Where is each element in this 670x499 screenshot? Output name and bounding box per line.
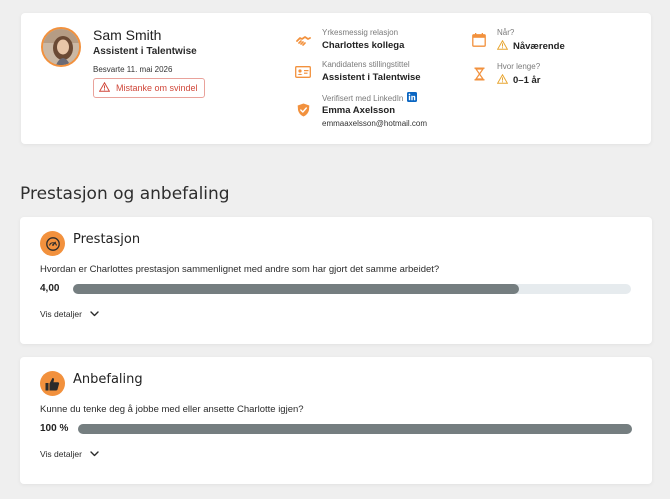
job-title-value: Assistent i Talentwise	[322, 72, 421, 83]
hourglass-icon	[471, 66, 487, 82]
performance-title: Prestasjon	[73, 232, 141, 247]
answered-date: Besvarte 11. mai 2026	[93, 65, 173, 74]
section-title: Prestasjon og anbefaling	[20, 184, 230, 204]
duration-value: 0–1 år	[513, 75, 541, 86]
recommendation-details-toggle[interactable]: Vis detaljer	[40, 449, 99, 459]
referee-card: Sam Smith Assistent i Talentwise Besvart…	[21, 13, 651, 144]
details-label: Vis detaljer	[40, 309, 82, 319]
thumbs-up-icon	[40, 371, 65, 396]
suspect-fraud-label: Mistanke om svindel	[116, 83, 198, 93]
recommendation-question: Kunne du tenke deg å jobbe med eller ans…	[40, 404, 304, 415]
verified-name: Emma Axelsson	[322, 105, 396, 116]
performance-card: Prestasjon Hvordan er Charlottes prestas…	[20, 217, 652, 344]
recommendation-card: Anbefaling Kunne du tenke deg å jobbe me…	[20, 357, 652, 484]
verified-row: Verifisert med LinkedIn	[322, 92, 418, 104]
when-row: Nåværende	[496, 39, 565, 53]
verified-email: emmaaxelsson@hotmail.com	[322, 119, 428, 128]
when-value: Nåværende	[513, 41, 565, 52]
chevron-down-icon	[90, 449, 99, 459]
job-title-label: Kandidatens stillingstittel	[322, 60, 410, 69]
performance-bar	[73, 284, 631, 294]
details-label: Vis detaljer	[40, 449, 82, 459]
recommendation-bar	[78, 424, 632, 434]
recommendation-score: 100 %	[40, 423, 69, 434]
recommendation-bar-fill	[78, 424, 632, 434]
recommendation-title: Anbefaling	[73, 372, 143, 387]
performance-details-toggle[interactable]: Vis detaljer	[40, 309, 99, 319]
duration-row: 0–1 år	[496, 73, 541, 87]
suspect-fraud-button[interactable]: Mistanke om svindel	[93, 78, 205, 98]
relation-value: Charlottes kollega	[322, 40, 405, 51]
referee-role: Assistent i Talentwise	[93, 46, 197, 57]
performance-question: Hvordan er Charlottes prestasjon sammenl…	[40, 264, 440, 275]
id-card-icon	[295, 64, 311, 80]
avatar	[41, 27, 81, 67]
linkedin-icon	[407, 92, 418, 104]
performance-bar-fill	[73, 284, 520, 294]
verified-shield-icon	[295, 102, 311, 118]
warning-icon	[496, 39, 509, 53]
handshake-icon	[295, 32, 311, 48]
calendar-icon	[471, 32, 487, 48]
warning-icon	[98, 79, 111, 97]
when-label: Når?	[497, 28, 515, 37]
performance-gauge-icon	[40, 231, 65, 256]
performance-score: 4,00	[40, 283, 60, 294]
referee-name: Sam Smith	[93, 27, 162, 43]
duration-label: Hvor lenge?	[497, 62, 541, 71]
relation-label: Yrkesmessig relasjon	[322, 28, 399, 37]
chevron-down-icon	[90, 309, 99, 319]
verified-label: Verifisert med LinkedIn	[322, 93, 404, 103]
warning-icon	[496, 73, 509, 87]
